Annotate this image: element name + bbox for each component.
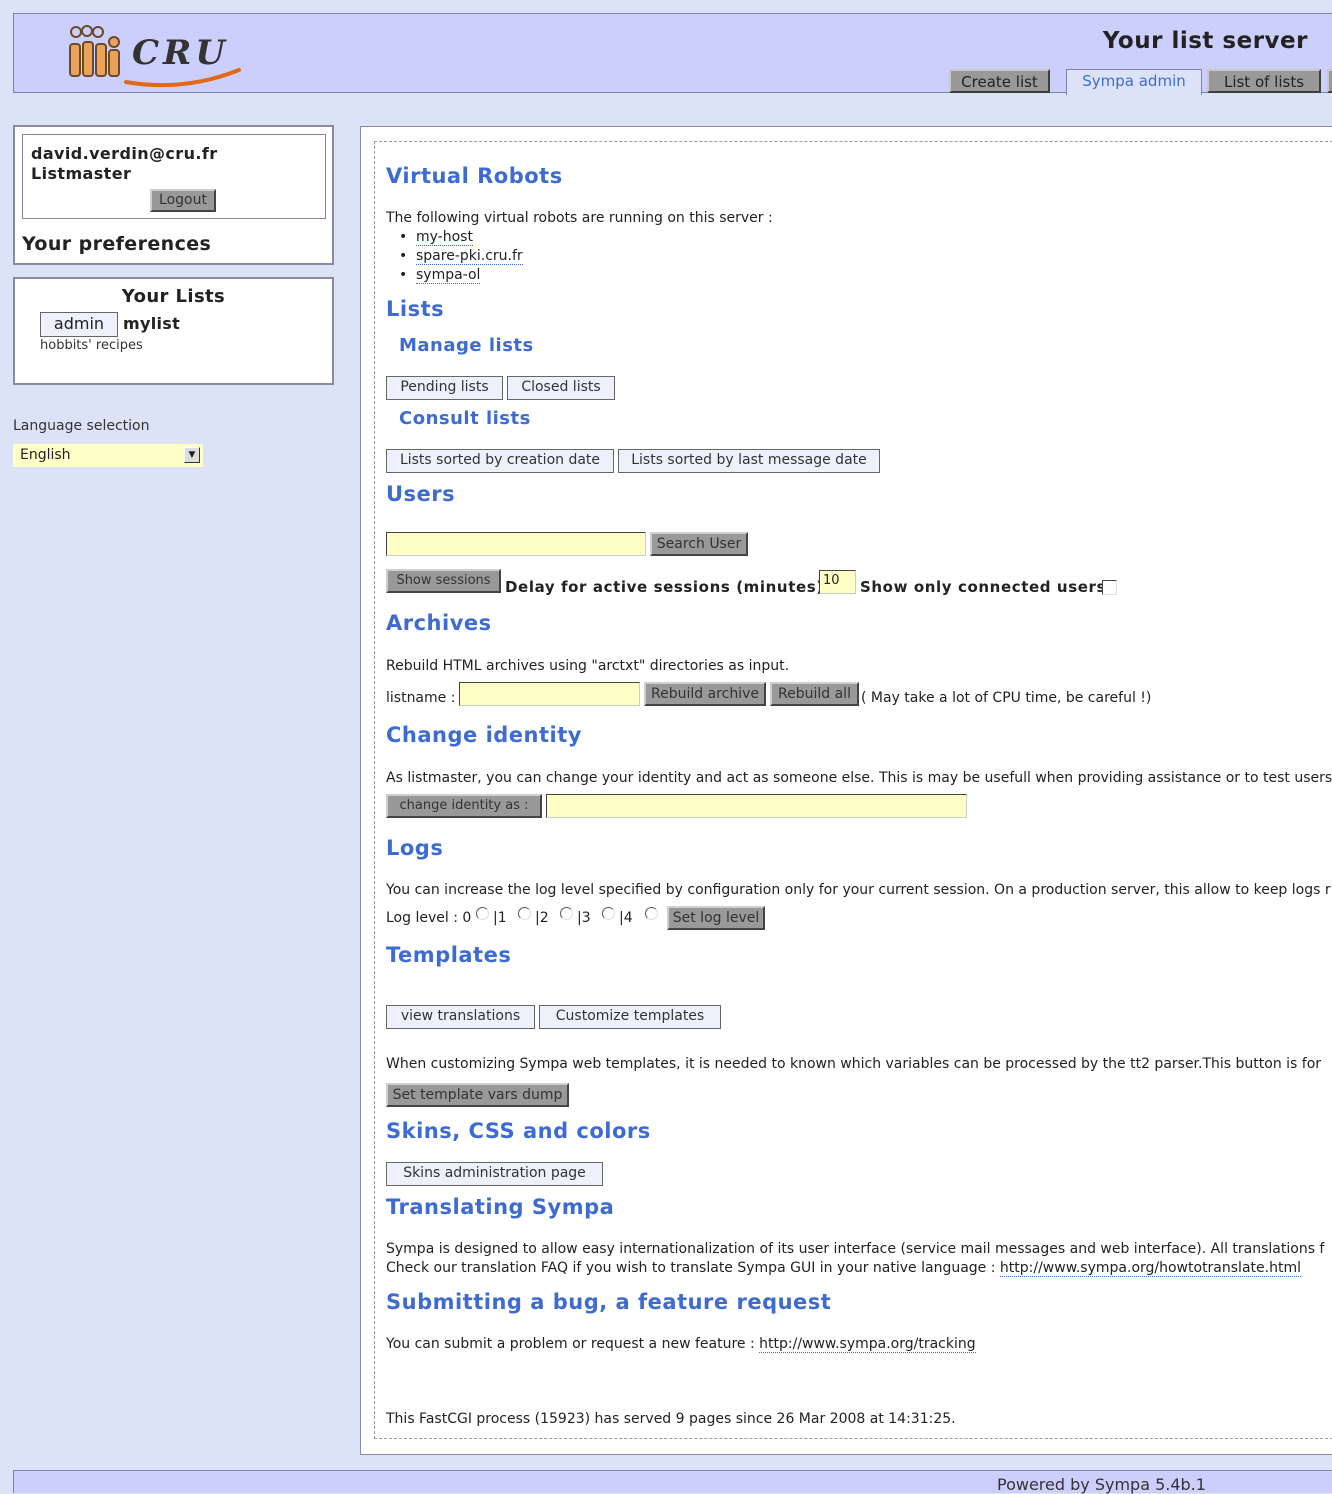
subsection-title-consult-lists: Consult lists xyxy=(399,408,531,429)
set-template-vars-dump-button[interactable]: Set template vars dump xyxy=(386,1083,569,1107)
footer: Powered by Sympa 5.4b.1 xyxy=(13,1470,1332,1494)
robot-link[interactable]: spare-pki.cru.fr xyxy=(416,248,523,265)
tab-sympa-admin[interactable]: Sympa admin xyxy=(1066,69,1202,95)
section-title-bug-report: Submitting a bug, a feature request xyxy=(386,1290,832,1314)
section-title-templates: Templates xyxy=(386,943,512,967)
user-info-box: david.verdin@cru.fr Listmaster Logout xyxy=(22,134,326,219)
robot-link[interactable]: sympa-ol xyxy=(416,267,481,284)
user-role: Listmaster xyxy=(31,164,132,183)
section-title-logs: Logs xyxy=(386,836,444,860)
tracking-link[interactable]: http://www.sympa.org/tracking xyxy=(759,1336,976,1353)
language-label: Language selection xyxy=(13,418,150,434)
logo-text: CRU xyxy=(132,33,229,73)
change-identity-description: As listmaster, you can change your ident… xyxy=(386,770,1332,786)
section-title-archives: Archives xyxy=(386,611,492,635)
tab-create-list[interactable]: Create list xyxy=(949,69,1050,93)
log-level-4-radio[interactable] xyxy=(645,907,658,920)
log-level-2-radio[interactable] xyxy=(560,907,573,920)
log-level-0-radio[interactable] xyxy=(476,907,489,920)
change-identity-button[interactable]: change identity as : xyxy=(386,794,542,818)
list-admin-button[interactable]: admin xyxy=(40,312,118,337)
search-user-button[interactable]: Search User xyxy=(650,532,748,556)
lists-by-creation-button[interactable]: Lists sorted by creation date xyxy=(386,449,614,473)
show-sessions-button[interactable]: Show sessions xyxy=(386,569,501,593)
log-level-1-label: |1 xyxy=(493,910,507,926)
section-title-skins: Skins, CSS and colors xyxy=(386,1119,651,1143)
log-level-2-label: |2 xyxy=(535,910,549,926)
delay-input[interactable]: 10 xyxy=(819,570,856,594)
language-select[interactable]: English ▼ xyxy=(13,444,203,467)
rebuild-archive-button[interactable]: Rebuild archive xyxy=(644,682,766,706)
listname-input[interactable] xyxy=(459,682,640,706)
translating-description: Sympa is designed to allow easy internat… xyxy=(386,1241,1325,1257)
header: CRU Your list server Create list Sympa a… xyxy=(13,13,1332,95)
subsection-title-manage-lists: Manage lists xyxy=(399,335,534,356)
user-email: david.verdin@cru.fr xyxy=(31,144,218,163)
list-description: hobbits' recipes xyxy=(40,338,143,353)
preferences-link[interactable]: Your preferences xyxy=(22,233,211,255)
archives-description: Rebuild HTML archives using "arctxt" dir… xyxy=(386,658,790,674)
language-selected-value: English xyxy=(20,447,71,463)
lists-by-last-message-button[interactable]: Lists sorted by last message date xyxy=(618,449,880,473)
pending-lists-button[interactable]: Pending lists xyxy=(386,376,503,400)
templates-description: When customizing Sympa web templates, it… xyxy=(386,1056,1322,1072)
list-name-link[interactable]: mylist xyxy=(123,314,180,333)
search-user-input[interactable] xyxy=(386,532,646,556)
view-translations-button[interactable]: view translations xyxy=(386,1005,535,1029)
log-level-0-label: 0 xyxy=(462,910,472,926)
cru-logo: CRU xyxy=(69,25,241,88)
change-identity-input[interactable] xyxy=(546,794,967,818)
listname-label: listname : xyxy=(386,690,456,706)
your-lists-panel: Your Lists admin mylist hobbits' recipes xyxy=(13,277,334,385)
server-title: Your list server xyxy=(1102,28,1308,54)
skins-admin-button[interactable]: Skins administration page xyxy=(386,1162,603,1186)
log-level-label: Log level : 0 xyxy=(386,910,472,926)
rebuild-all-button[interactable]: Rebuild all xyxy=(770,682,859,706)
fastcgi-status: This FastCGI process (15923) has served … xyxy=(386,1411,956,1427)
robot-item: spare-pki.cru.fr xyxy=(399,248,523,265)
log-level-3-radio[interactable] xyxy=(602,907,615,920)
rebuild-warning: ( May take a lot of CPU time, be careful… xyxy=(861,690,1152,706)
connected-users-checkbox[interactable] xyxy=(1102,580,1117,595)
powered-by: Powered by Sympa 5.4b.1 xyxy=(997,1475,1206,1494)
log-level-3-label: |3 xyxy=(577,910,591,926)
user-panel: david.verdin@cru.fr Listmaster Logout Yo… xyxy=(13,125,334,265)
tab-overflow[interactable] xyxy=(1327,69,1332,93)
closed-lists-button[interactable]: Closed lists xyxy=(507,376,615,400)
translation-faq-link[interactable]: http://www.sympa.org/howtotranslate.html xyxy=(999,1260,1301,1277)
bug-report-text: You can submit a problem or request a ne… xyxy=(386,1336,976,1353)
connected-users-label: Show only connected users xyxy=(860,578,1107,596)
admin-box: Virtual Robots The following virtual rob… xyxy=(374,141,1332,1439)
set-log-level-button[interactable]: Set log level xyxy=(667,906,765,930)
robot-item: sympa-ol xyxy=(399,267,481,284)
robot-item: my-host xyxy=(399,229,473,246)
section-title-change-identity: Change identity xyxy=(386,723,582,747)
section-title-translating: Translating Sympa xyxy=(386,1195,615,1219)
logs-description: You can increase the log level specified… xyxy=(386,882,1331,898)
log-level-4-label: |4 xyxy=(619,910,633,926)
main-content: Virtual Robots The following virtual rob… xyxy=(360,126,1332,1455)
logout-button[interactable]: Logout xyxy=(150,189,216,212)
log-level-1-radio[interactable] xyxy=(518,907,531,920)
chevron-down-icon[interactable]: ▼ xyxy=(184,447,200,463)
robot-link[interactable]: my-host xyxy=(416,229,473,246)
your-lists-title: Your Lists xyxy=(121,286,226,307)
section-title-lists: Lists xyxy=(386,297,445,321)
section-title-users: Users xyxy=(386,482,456,506)
delay-label: Delay for active sessions (minutes) xyxy=(505,578,824,596)
section-title-virtual-robots: Virtual Robots xyxy=(386,164,563,188)
translating-faq-text: Check our translation FAQ if you wish to… xyxy=(386,1260,1301,1277)
virtual-robots-intro: The following virtual robots are running… xyxy=(386,210,773,226)
tab-list-of-lists[interactable]: List of lists xyxy=(1207,69,1321,93)
customize-templates-button[interactable]: Customize templates xyxy=(539,1005,721,1029)
